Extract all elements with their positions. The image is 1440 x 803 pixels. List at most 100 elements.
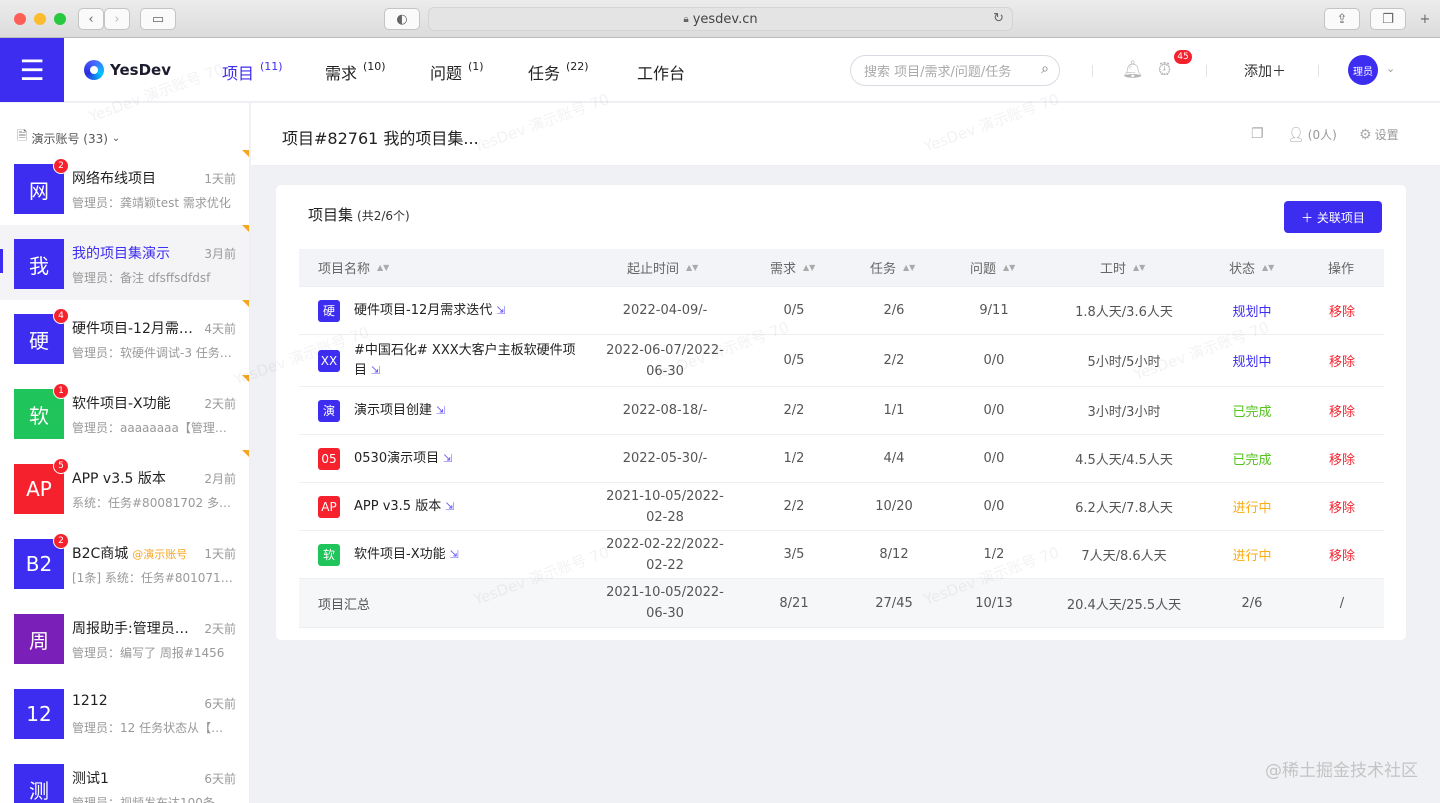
project-name[interactable]: 硬件项目-12月需求迭代 ⇲	[354, 301, 505, 321]
remove-button[interactable]: 移除	[1309, 435, 1375, 482]
sidebar-item-b2c-mall[interactable]: B2 2 B2C商城 @演示账号 1天前 [1条] 系统：任务#80107112 …	[0, 525, 249, 600]
column-label: 状态	[1229, 262, 1256, 277]
project-name-text: 0530演示项目	[354, 450, 440, 466]
column-label: 项目名称	[318, 262, 371, 277]
sidebar-item-app-version[interactable]: AP 5 APP v3.5 版本 2月前 系统：任务#80081702 多个项目	[0, 450, 249, 525]
sidebar-item-my-project-set[interactable]: 我 我的项目集演示 3月前 管理员：备注 dfsffsdfdsf	[0, 225, 249, 300]
tabs-overview-button[interactable]: ❐	[1370, 8, 1406, 30]
tasks-cell: 2/6	[883, 303, 905, 318]
sidebar-item-weekly-report[interactable]: 周 周报助手:管理员的周报 2天前 管理员：编写了 周报#1456	[0, 600, 249, 675]
search-icon[interactable]: ⌕	[1041, 61, 1049, 77]
item-preview: 管理员：视频发布达100条	[72, 796, 215, 803]
close-window-button[interactable]	[14, 13, 26, 25]
address-bar[interactable]: 🔒︎ yesdev.cn ↻	[428, 7, 1013, 31]
remove-button[interactable]: 移除	[1309, 287, 1375, 334]
nav-workbench[interactable]: 工作台	[637, 60, 685, 84]
sidebar-item-test1[interactable]: 测 测试1 6天前 管理员：视频发布达100条	[0, 750, 249, 803]
project-name-cell[interactable]: XX #中国石化# XXX大客户主板软硬件项目 ⇲	[318, 335, 588, 386]
summary-label: 项目汇总	[318, 597, 371, 613]
add-button[interactable]: 添加＋	[1244, 61, 1286, 81]
table-body: 硬硬件项目-12月需求迭代 ⇲ 2022-04-09/- 0/5 2/6 9/11 1.8人…	[299, 287, 1384, 579]
nav-issues[interactable]: 问题 (1)	[430, 60, 484, 84]
project-name[interactable]: #中国石化# XXX大客户主板软硬件项目 ⇲	[354, 341, 588, 381]
sidebar-item-software-project[interactable]: 软 1 软件项目-X功能 2天前 管理员：aaaaaaaa【管理员】	[0, 375, 249, 450]
date-range-cell: 2021-10-05/2022-02-28	[606, 488, 724, 525]
external-link-icon[interactable]: ⇲	[450, 548, 459, 561]
issues-cell: 0/0	[983, 403, 1005, 418]
maximize-window-button[interactable]	[54, 13, 66, 25]
column-header-tasks[interactable]: 任务 ▲▼	[870, 249, 915, 286]
column-header-requirements[interactable]: 需求 ▲▼	[770, 249, 815, 286]
external-link-icon[interactable]: ⇲	[496, 304, 505, 317]
remove-button[interactable]: 移除	[1309, 335, 1375, 386]
column-label: 操作	[1328, 262, 1355, 277]
share-button[interactable]: ⇪	[1324, 8, 1360, 30]
column-label: 问题	[970, 262, 997, 277]
search-input[interactable]: 搜索 项目/需求/问题/任务 ⌕	[850, 55, 1060, 86]
column-header-name[interactable]: 项目名称 ▲▼	[318, 249, 389, 286]
project-name-cell[interactable]: 05 0530演示项目 ⇲	[318, 435, 588, 482]
remove-button[interactable]: 移除	[1309, 483, 1375, 530]
project-name[interactable]: APP v3.5 版本 ⇲	[354, 497, 454, 517]
item-time: 1天前	[204, 172, 236, 186]
project-icon: 软	[318, 543, 340, 566]
nav-requirements[interactable]: 需求 (10)	[325, 60, 386, 84]
new-tab-button[interactable]: +	[1414, 8, 1436, 30]
back-button[interactable]: ‹	[78, 8, 104, 30]
status-cell: 进行中	[1232, 549, 1272, 564]
date-range-cell: 2022-04-09/-	[622, 303, 708, 318]
requirements-cell: 0/5	[783, 353, 805, 368]
summary-tasks: 27/45	[875, 595, 913, 611]
column-header-issues[interactable]: 问题 ▲▼	[970, 249, 1015, 286]
external-link-icon[interactable]: ⇲	[371, 364, 380, 377]
alarm-clock-icon[interactable]: ⏰︎	[1158, 60, 1171, 80]
status-cell: 规划中	[1232, 355, 1272, 370]
project-name[interactable]: 演示项目创建 ⇲	[354, 401, 445, 421]
nav-tasks[interactable]: 任务 (22)	[528, 60, 589, 84]
sidebar-toggle-button[interactable]: ▭	[140, 8, 176, 30]
sidebar-item-1212[interactable]: 12 1212 6天前 管理员：12 任务状态从【进行中】	[0, 675, 249, 750]
summary-dates: 2021-10-05/2022-06-30	[606, 585, 724, 621]
copy-button[interactable]: ❐	[1251, 126, 1267, 142]
chevron-down-icon[interactable]: ⌄	[1386, 62, 1395, 75]
link-project-button[interactable]: ＋ 关联项目	[1284, 201, 1382, 233]
reload-icon[interactable]: ↻	[993, 11, 1004, 26]
members-button[interactable]: 👤︎ (0人)	[1287, 126, 1337, 143]
summary-hours: 20.4人天/25.5人天	[1066, 597, 1182, 613]
sidebar-item-network-project[interactable]: 网 2 网络布线项目 1天前 管理员：龚靖颖test 需求优化	[0, 150, 249, 225]
bell-icon[interactable]: 🔔︎	[1122, 60, 1144, 80]
project-name-cell[interactable]: AP APP v3.5 版本 ⇲	[318, 483, 588, 530]
project-name-cell[interactable]: 硬硬件项目-12月需求迭代 ⇲	[318, 287, 588, 334]
project-name[interactable]: 软件项目-X功能 ⇲	[354, 545, 459, 565]
sort-icon: ▲▼	[903, 263, 916, 272]
nav-projects[interactable]: 项目 (11)	[222, 60, 283, 84]
column-header-status[interactable]: 状态 ▲▼	[1229, 249, 1274, 286]
yesdev-logo[interactable]: YesDev	[84, 60, 171, 80]
nav-count: (11)	[260, 60, 283, 73]
remove-button[interactable]: 移除	[1309, 531, 1375, 578]
item-time: 6天前	[204, 697, 236, 711]
project-table: 项目名称 ▲▼ 起止时间 ▲▼ 需求 ▲▼ 任务 ▲▼ 问题 ▲▼ 工时 ▲▼ 状态 ▲▼ 操…	[299, 249, 1384, 628]
column-header-dates[interactable]: 起止时间 ▲▼	[627, 249, 698, 286]
item-title: 软件项目-X功能	[72, 396, 171, 412]
url-text: yesdev.cn	[692, 11, 758, 27]
project-name-cell[interactable]: 演演示项目创建 ⇲	[318, 387, 588, 434]
project-name-cell[interactable]: 软软件项目-X功能 ⇲	[318, 531, 588, 578]
column-header-hours[interactable]: 工时 ▲▼	[1100, 249, 1145, 286]
user-avatar[interactable]: 理员	[1348, 55, 1378, 85]
project-name[interactable]: 0530演示项目 ⇲	[354, 449, 452, 469]
external-link-icon[interactable]: ⇲	[445, 500, 454, 513]
sidebar-item-hardware-project[interactable]: 硬 4 硬件项目-12月需求迭代 4天前 管理员：软硬件调试-3 任务状态	[0, 300, 249, 375]
sort-icon: ▲▼	[1003, 263, 1016, 272]
account-switcher[interactable]: 🗎︎ 演示账号 (33) ⌄	[17, 127, 120, 149]
hamburger-menu-icon[interactable]: ☰	[0, 38, 64, 102]
minimize-window-button[interactable]	[34, 13, 46, 25]
issues-cell: 1/2	[983, 547, 1005, 562]
remove-button[interactable]: 移除	[1309, 387, 1375, 434]
shield-icon[interactable]: ◐	[384, 8, 420, 30]
external-link-icon[interactable]: ⇲	[443, 452, 452, 465]
settings-button[interactable]: ⚙ 设置	[1359, 126, 1399, 143]
summary-status: 2/6	[1241, 595, 1263, 611]
external-link-icon[interactable]: ⇲	[436, 404, 445, 417]
forward-button[interactable]: ›	[104, 8, 130, 30]
